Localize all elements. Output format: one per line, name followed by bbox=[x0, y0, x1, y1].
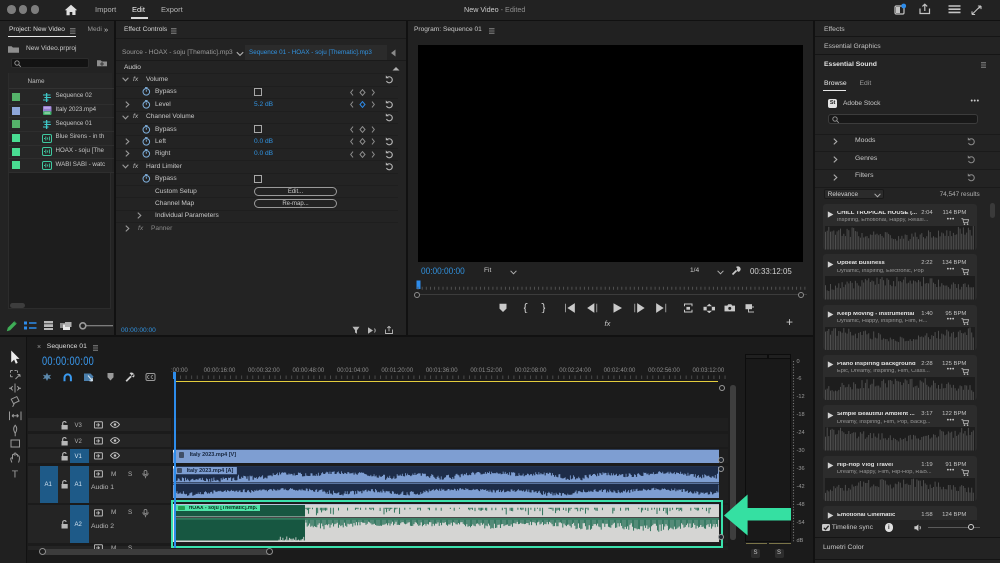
svg-text:T: T bbox=[12, 469, 19, 481]
